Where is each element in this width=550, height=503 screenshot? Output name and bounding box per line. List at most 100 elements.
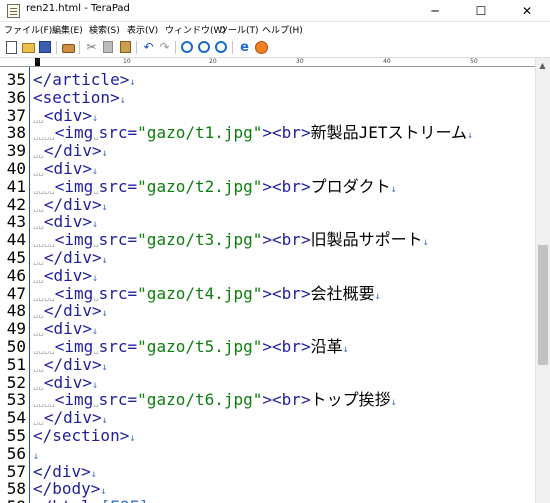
redo-icon[interactable]: ↷ (157, 40, 172, 55)
space-marker: ␣␣ (33, 113, 44, 124)
space-marker: ␣␣␣␣ (33, 398, 55, 409)
line-number: 54 (6, 408, 26, 428)
menu-search[interactable]: 検索(S) (89, 23, 120, 36)
firefox-icon[interactable] (254, 40, 269, 55)
line-number: 39 (6, 141, 26, 161)
space-marker: ␣␣ (33, 256, 44, 266)
newline-marker: ↓ (101, 415, 108, 427)
menu-file[interactable]: ファイル(F) (4, 23, 52, 36)
code-token: </section> (33, 426, 130, 445)
newline-marker: ↓ (101, 148, 108, 160)
newline-marker: ↓ (101, 361, 108, 373)
ruler-label: 40 (383, 58, 391, 65)
newline-marker: ↓ (390, 397, 397, 409)
code-token: トップ挨拶 (310, 390, 391, 410)
code-token: ><br> (262, 230, 311, 250)
newline-marker: ↓ (374, 290, 381, 302)
code-token: </div> (43, 408, 102, 428)
code-line[interactable]: </section>↓ (33, 427, 135, 448)
code-token: <div> (43, 319, 93, 339)
undo-icon[interactable]: ↶ (141, 40, 156, 55)
eof-marker: [EOF] (100, 497, 148, 503)
copy-icon[interactable] (101, 40, 116, 55)
toolbar: ✂ ↶ ↷ e (0, 38, 550, 58)
newline-marker: ↓ (101, 201, 108, 213)
code-token: "gazo/t2.jpg" (137, 176, 263, 196)
code-token: </div> (43, 354, 102, 374)
code-token: <img (54, 337, 94, 356)
newline-marker: ↓ (92, 272, 99, 284)
scrollbar-thumb[interactable] (538, 245, 548, 365)
line-number: 41 (6, 176, 26, 196)
newline-marker: ↓ (119, 94, 126, 106)
space-marker: ␣␣ (33, 309, 44, 320)
ruler-label: 0 (36, 58, 40, 65)
code-token: "gazo/t3.jpg" (137, 230, 263, 250)
newline-marker: ↓ (92, 219, 99, 231)
space-marker: ␣␣ (33, 362, 44, 373)
space-marker: ␣␣ (33, 220, 44, 231)
code-token: ><br> (262, 283, 311, 303)
toolbar-separator (79, 41, 80, 54)
line-number: 43 (6, 212, 26, 232)
code-token: <img (54, 176, 94, 196)
find-next-icon[interactable] (197, 40, 212, 55)
menu-edit[interactable]: 編集(E) (52, 23, 83, 36)
space-marker: ␣␣ (33, 327, 44, 338)
newline-marker: ↓ (92, 112, 99, 124)
space-marker: ␣␣␣␣ (33, 238, 55, 249)
line-number: 38 (6, 123, 26, 143)
ruler-label: 30 (296, 58, 304, 65)
line-number-gutter: 35 36 37 38 39 40 41 42 43 44 45 46 47 48 49 50 51 52 53 54… (0, 67, 30, 503)
code-token: ><br> (262, 176, 311, 196)
menu-help[interactable]: ヘルプ(H) (262, 23, 303, 36)
code-token: </div> (43, 194, 102, 214)
toolbar-separator (232, 41, 233, 54)
code-token: <div> (43, 212, 93, 232)
code-token: <section> (33, 87, 120, 107)
line-number: 47 (6, 283, 26, 303)
menu-tools[interactable]: ツール(T) (219, 23, 259, 36)
line-number: 42 (6, 194, 26, 214)
maximize-button[interactable]: ☐ (458, 0, 504, 22)
scroll-up-arrow-icon[interactable]: ▲ (535, 58, 550, 73)
line-number: 37 (6, 105, 26, 125)
space-marker: ␣␣␣␣ (33, 291, 55, 302)
minimize-button[interactable]: ─ (412, 0, 458, 22)
cut-icon[interactable]: ✂ (84, 40, 99, 55)
find-icon[interactable] (180, 40, 195, 55)
newline-marker: ↓ (90, 468, 97, 480)
print-icon[interactable] (61, 40, 76, 55)
text-editor[interactable]: </article>↓ <section>↓ ␣␣<div>↓ ␣␣␣␣<img␣sr… (31, 67, 535, 503)
toolbar-separator (136, 41, 137, 54)
line-number: 51 (6, 354, 26, 374)
code-token: <div> (43, 159, 93, 178)
newline-marker: ↓ (467, 130, 474, 142)
code-token: src= (98, 230, 138, 250)
newline-marker: ↓ (390, 183, 397, 195)
code-token: <div> (43, 265, 93, 285)
code-line[interactable]: </html>[EOF] (33, 498, 149, 503)
code-token: プロダクト (310, 176, 391, 196)
newline-marker: ↓ (101, 308, 108, 320)
code-token: <img (54, 283, 94, 303)
code-token: src= (98, 176, 138, 196)
menu-view[interactable]: 表示(V) (127, 23, 158, 36)
newline-marker: ↓ (92, 326, 99, 338)
code-token: </div> (33, 461, 91, 481)
line-number: 46 (6, 265, 26, 285)
open-folder-icon[interactable] (21, 40, 36, 55)
save-icon[interactable] (38, 40, 53, 55)
paste-icon[interactable] (118, 40, 133, 55)
code-token: </div> (43, 141, 102, 161)
newline-marker: ↓ (33, 450, 40, 462)
menu-window[interactable]: ウィンドウ(W) (165, 23, 226, 36)
code-token: 沿革 (310, 337, 343, 356)
internet-explorer-icon[interactable]: e (237, 40, 252, 55)
find-prev-icon[interactable] (214, 40, 229, 55)
line-number: 48 (6, 301, 26, 321)
new-file-icon[interactable] (4, 40, 19, 55)
code-token: </body> (33, 479, 101, 499)
close-button[interactable]: ✕ (504, 0, 550, 22)
line-number: 50 (6, 337, 26, 356)
